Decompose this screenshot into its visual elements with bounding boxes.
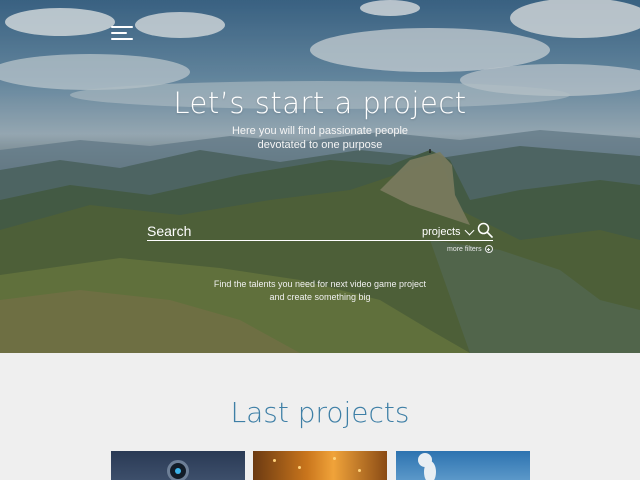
category-select[interactable]: projects xyxy=(422,224,474,240)
geyser-steam-image xyxy=(424,461,436,480)
spark-image xyxy=(333,457,336,460)
search-icon[interactable] xyxy=(477,222,493,238)
hero-banner: Let’s start a project Here you will find… xyxy=(0,0,640,353)
last-projects-grid xyxy=(0,451,640,480)
last-projects-title: Last projects xyxy=(230,396,410,429)
hero-subtitle: Here you will find passionate people dev… xyxy=(0,124,640,152)
hero-subtitle-line-2: devotated to one purpose xyxy=(257,139,383,151)
search-bar: projects xyxy=(147,222,493,241)
spark-image xyxy=(298,466,301,469)
hero-tagline: Find the talents you need for next video… xyxy=(0,278,640,304)
search-input[interactable] xyxy=(147,222,407,240)
spark-image xyxy=(273,459,276,462)
project-card-sparks[interactable] xyxy=(253,451,387,480)
project-card-geyser[interactable] xyxy=(396,451,530,480)
more-filters-label: more filters xyxy=(447,245,482,253)
hamburger-menu-icon[interactable] xyxy=(111,26,135,42)
hero-title: Let’s start a project xyxy=(173,86,467,120)
hero-subtitle-line-1: Here you will find passionate people xyxy=(231,125,409,137)
more-filters-link[interactable]: more filters xyxy=(447,245,493,253)
chevron-down-icon xyxy=(464,225,474,235)
hero-tagline-line-2: and create something big xyxy=(269,292,371,302)
hero-tagline-line-1: Find the talents you need for next video… xyxy=(213,279,427,289)
plus-circle-icon xyxy=(484,245,493,253)
spark-image xyxy=(358,469,361,472)
project-card-camera-lens[interactable] xyxy=(111,451,245,480)
category-select-value: projects xyxy=(422,226,461,238)
camera-lens-image xyxy=(167,460,189,480)
